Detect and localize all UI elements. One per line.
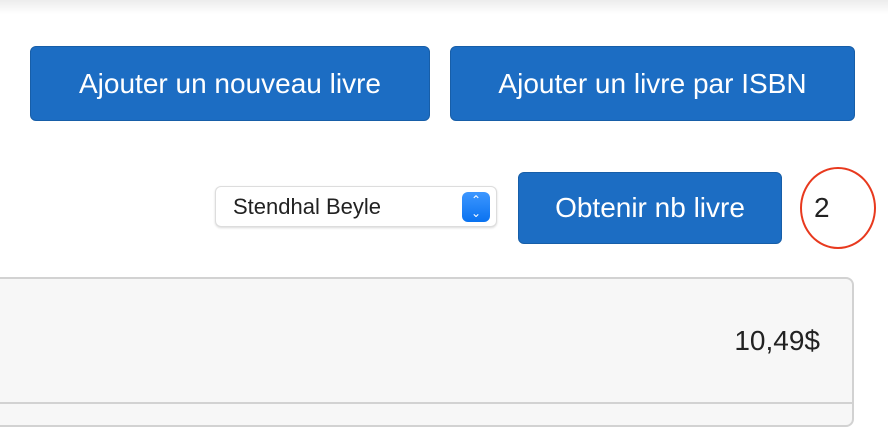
add-book-by-isbn-button[interactable]: Ajouter un livre par ISBN xyxy=(450,46,855,121)
card-divider xyxy=(0,402,852,404)
get-book-count-button[interactable]: Obtenir nb livre xyxy=(518,172,782,244)
add-new-book-button[interactable]: Ajouter un nouveau livre xyxy=(30,46,430,121)
chevron-up-down-icon: ⌃ ⌄ xyxy=(462,192,490,222)
navbar-shadow xyxy=(0,0,888,14)
author-select[interactable]: Stendhal Beyle ⌃ ⌄ xyxy=(215,186,497,227)
author-select-value: Stendhal Beyle xyxy=(233,193,381,219)
book-card: 10,49$ xyxy=(0,277,854,427)
book-count-result: 2 xyxy=(800,167,876,249)
book-price: 10,49$ xyxy=(734,325,820,356)
